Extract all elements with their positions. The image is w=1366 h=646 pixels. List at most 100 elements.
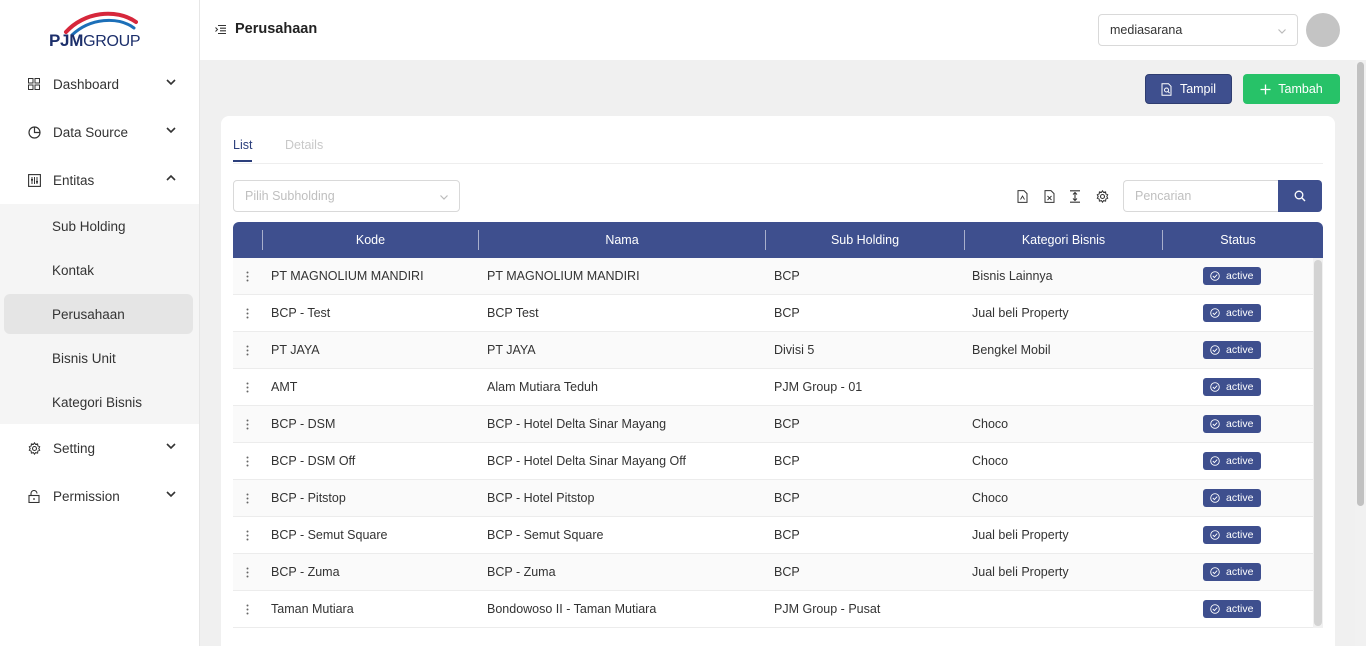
col-header-kategori-bisnis[interactable]: Kategori Bisnis [965,222,1162,258]
cell-kode: Taman Mutiara [271,602,354,616]
col-header-status[interactable]: Status [1163,222,1313,258]
cell-kode: BCP - Semut Square [271,528,388,542]
sidebar-item-perusahaan[interactable]: Perusahaan [4,294,193,334]
table-row[interactable]: Taman Mutiara Bondowoso II - Taman Mutiar… [233,591,1313,628]
cell-sub-holding: BCP [774,491,800,505]
export-pdf-icon[interactable] [1015,189,1029,203]
table-header: Kode Nama Sub Holding Kategori Bisnis St… [233,222,1323,258]
status-badge: active [1203,378,1262,396]
sidebar-item-entitas[interactable]: Entitas [0,156,199,204]
row-menu-icon[interactable] [241,258,253,294]
search-placeholder: Pencarian [1135,189,1192,203]
table-row[interactable]: BCP - DSM BCP - Hotel Delta Sinar Mayang B… [233,406,1313,443]
row-menu-icon[interactable] [241,295,253,331]
status-badge: active [1203,526,1262,544]
table-row[interactable]: PT JAYA PT JAYA Divisi 5 Bengkel Mobil activ… [233,332,1313,369]
cell-status: active [1203,295,1262,331]
tab-details[interactable]: Details [285,138,323,160]
status-text: active [1226,492,1254,504]
sidebar-item-dashboard[interactable]: Dashboard [0,60,199,108]
cell-nama: PT JAYA [487,343,536,357]
cell-sub-holding: BCP [774,528,800,542]
cell-kategori-bisnis: Choco [972,417,1009,431]
sidebar-item-permission[interactable]: Permission [0,472,199,520]
sidebar-item-setting[interactable]: Setting [0,424,199,472]
cell-nama: BCP - Hotel Pitstop [487,491,595,505]
menu-fold-icon[interactable] [215,24,226,35]
table-row[interactable]: PT MAGNOLIUM MANDIRI PT MAGNOLIUM MANDIRI… [233,258,1313,295]
file-search-icon [1161,82,1173,96]
col-header-nama[interactable]: Nama [479,222,765,258]
search-input[interactable]: Pencarian [1123,180,1279,212]
status-badge: active [1203,563,1262,581]
table-row[interactable]: BCP - Test BCP Test BCP Jual beli Property a… [233,295,1313,332]
cell-kode: PT JAYA [271,343,320,357]
check-circle-icon [1210,382,1220,392]
table-row[interactable]: BCP - Semut Square BCP - Semut Square BCP J… [233,517,1313,554]
col-header-kode[interactable]: Kode [263,222,478,258]
status-badge: active [1203,267,1262,285]
check-circle-icon [1210,271,1220,281]
sidebar-item-data-source[interactable]: Data Source [0,108,199,156]
column-height-icon[interactable] [1068,189,1082,203]
sidebar-item-sub-holding[interactable]: Sub Holding [4,204,193,248]
cell-sub-holding: BCP [774,306,800,320]
row-menu-icon[interactable] [241,480,253,516]
table-scrollbar-thumb[interactable] [1314,260,1322,626]
pjm-group-logo[interactable]: PJMGROUP [0,0,199,60]
status-badge: active [1203,415,1262,433]
page-scrollbar-thumb[interactable] [1357,62,1364,506]
cell-status: active [1203,406,1262,442]
cell-kode: BCP - Pitstop [271,491,346,505]
sidebar-item-label: Permission [53,488,120,504]
sidebar-item-kontak[interactable]: Kontak [4,248,193,292]
row-menu-icon[interactable] [241,517,253,553]
row-menu-icon[interactable] [241,554,253,590]
chevron-down-icon [166,127,176,134]
row-menu-icon[interactable] [241,369,253,405]
table-row[interactable]: AMT Alam Mutiara Teduh PJM Group - 01 activ… [233,369,1313,406]
company-select[interactable]: mediasarana [1098,14,1298,46]
tambah-button[interactable]: Tambah [1243,74,1340,104]
row-menu-icon[interactable] [241,332,253,368]
tampil-label: Tampil [1179,82,1217,96]
cell-nama: BCP Test [487,306,539,320]
cell-sub-holding: BCP [774,269,800,283]
table-row[interactable]: BCP - DSM Off BCP - Hotel Delta Sinar May… [233,443,1313,480]
cell-nama: BCP - Zuma [487,565,556,579]
chevron-down-icon [440,195,448,200]
cell-kategori-bisnis: Jual beli Property [972,306,1069,320]
cell-status: active [1203,443,1262,479]
cell-nama: BCP - Hotel Delta Sinar Mayang Off [487,454,686,468]
status-text: active [1226,307,1254,319]
table-row[interactable]: BCP - Zuma BCP - Zuma BCP Jual beli Propert… [233,554,1313,591]
table-row[interactable]: BCP - Pitstop BCP - Hotel Pitstop BCP Choco… [233,480,1313,517]
sidebar-item-bisnis-unit[interactable]: Bisnis Unit [4,336,193,380]
row-menu-icon[interactable] [241,443,253,479]
check-circle-icon [1210,530,1220,540]
status-badge: active [1203,600,1262,618]
tampil-button[interactable]: Tampil [1145,74,1232,104]
sidebar: PJMGROUP Dashboard Data Source Entitas S… [0,0,200,646]
status-text: active [1226,418,1254,430]
entitas-submenu: Sub Holding Kontak Perusahaan Bisnis Uni… [0,204,199,424]
export-excel-icon[interactable] [1042,189,1056,203]
cell-status: active [1203,332,1262,368]
sidebar-item-label: Entitas [53,172,95,188]
logo-text: PJMGROUP [49,31,141,50]
row-menu-icon[interactable] [241,406,253,442]
status-text: active [1226,529,1254,541]
row-menu-icon[interactable] [241,591,253,627]
settings-icon[interactable] [1095,189,1109,203]
avatar[interactable] [1306,13,1340,47]
tab-list[interactable]: List [233,138,253,162]
col-header-sub-holding[interactable]: Sub Holding [766,222,964,258]
chevron-up-icon [166,174,176,181]
cell-nama: Alam Mutiara Teduh [487,380,598,394]
sidebar-item-kategori-bisnis[interactable]: Kategori Bisnis [4,380,193,424]
check-circle-icon [1210,419,1220,429]
content-card: List Details Pilih Subholding Pencarian … [221,116,1335,646]
cell-nama: BCP - Hotel Delta Sinar Mayang [487,417,667,431]
search-button[interactable] [1278,180,1322,212]
subholding-select[interactable]: Pilih Subholding [233,180,460,212]
